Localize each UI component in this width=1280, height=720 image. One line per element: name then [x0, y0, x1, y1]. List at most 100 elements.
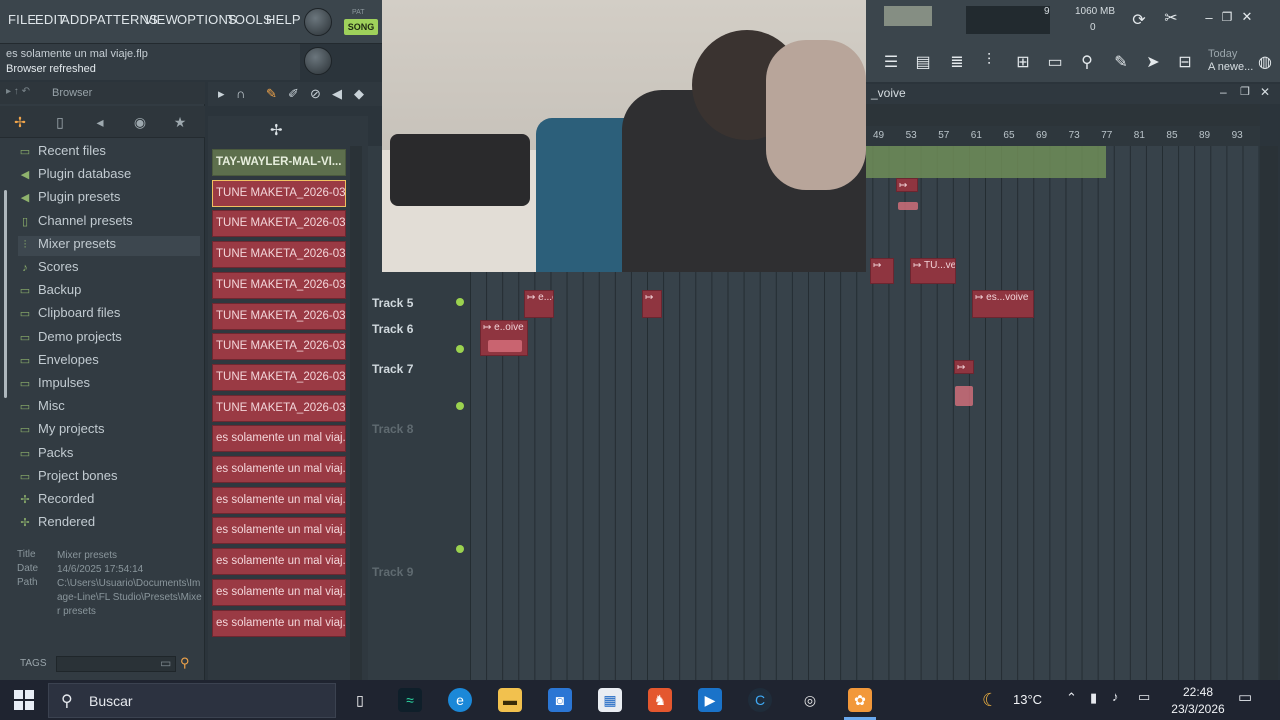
fl-studio-icon[interactable]: ✿: [848, 688, 872, 712]
paint-tool-icon[interactable]: ✐: [288, 86, 299, 102]
playlist-scroll-overview[interactable]: [866, 104, 1260, 126]
taskbar-search-input[interactable]: ⚲ Buscar: [48, 683, 336, 718]
network-icon[interactable]: ▭: [1138, 689, 1150, 705]
clip-source-item[interactable]: TUNE MAKETA_2026-03-...: [212, 210, 346, 238]
playlist-clip[interactable]: ↦: [954, 360, 974, 374]
playlist-clip[interactable]: ↦: [642, 290, 662, 318]
track-name[interactable]: Track 8: [372, 422, 413, 436]
store-icon[interactable]: ▦: [598, 688, 622, 712]
browser-item-impulses[interactable]: ▭ Impulses: [18, 375, 90, 395]
browser-item-rendered[interactable]: ✢ Rendered: [18, 514, 95, 534]
plugin-icon[interactable]: ⚲: [1074, 52, 1100, 72]
capcut-icon[interactable]: ≈: [398, 688, 422, 712]
favorites-icon[interactable]: ★: [170, 114, 190, 131]
mixer-icon[interactable]: ⫶: [976, 52, 1002, 70]
media-icon[interactable]: ▶: [698, 688, 722, 712]
playlist-clip[interactable]: ↦: [896, 178, 918, 192]
pencil-icon[interactable]: ✎: [1108, 52, 1134, 72]
edge-icon[interactable]: e: [448, 688, 472, 712]
weather-temperature[interactable]: 13°C: [1013, 692, 1042, 707]
clip-source-item[interactable]: es solamente un mal viaj...: [212, 548, 346, 576]
magnet-icon[interactable]: ∩: [236, 86, 245, 101]
browser-item-clipboard-files[interactable]: ▭ Clipboard files: [18, 305, 121, 325]
playlist-clip-es[interactable]: ↦ es...voive: [972, 290, 1034, 318]
tools-icon[interactable]: ✂: [1158, 8, 1184, 28]
track-led[interactable]: [456, 298, 464, 306]
clip-source-item[interactable]: TUNE MAKETA_2026-03-...: [212, 394, 346, 422]
browser-item-packs[interactable]: ▭ Packs: [18, 445, 74, 465]
playlist-minimize-icon[interactable]: –: [1220, 85, 1227, 99]
clip-source-item[interactable]: TUNE MAKETA_2026-03-...: [212, 179, 346, 207]
track-name[interactable]: Track 6: [372, 322, 413, 336]
menu-view[interactable]: VIEW: [144, 12, 178, 27]
clip-source-item[interactable]: TUNE MAKETA_2026-03-...: [212, 333, 346, 361]
play-arrow-icon[interactable]: ▸: [218, 86, 225, 102]
browser-item-mixer-presets[interactable]: ⫶ Mixer presets: [18, 235, 200, 256]
clip-list-scrollbar[interactable]: [350, 146, 362, 680]
master-pitch-knob[interactable]: [304, 47, 332, 75]
playlist-clip-e[interactable]: ↦ e...e: [524, 290, 554, 318]
tags-input[interactable]: [56, 656, 176, 672]
master-volume-knob[interactable]: [304, 8, 332, 36]
browser-item-misc[interactable]: ▭ Misc: [18, 398, 65, 418]
project-icon[interactable]: ▯: [50, 114, 70, 131]
browser-item-demo-projects[interactable]: ▭ Demo projects: [18, 329, 122, 349]
channel-rack-icon[interactable]: ≣: [944, 52, 970, 72]
windows-start-icon[interactable]: [14, 690, 34, 710]
c-app-icon[interactable]: C: [748, 688, 772, 712]
playlist-clip[interactable]: ↦: [870, 258, 894, 284]
task-view-icon[interactable]: ▯: [348, 688, 372, 712]
clip-source-item[interactable]: es solamente un mal viaj...: [212, 425, 346, 453]
reset-icon[interactable]: ⟳: [1126, 10, 1152, 30]
track-led[interactable]: [456, 345, 464, 353]
routing-icon[interactable]: ⊞: [1010, 52, 1036, 72]
browser-item-recorded[interactable]: ✢ Recorded: [18, 491, 94, 511]
clip-source-item[interactable]: TAY-WAYLER-MAL-VI...: [212, 149, 346, 176]
browser-item-recent-files[interactable]: ▭ Recent files: [18, 143, 106, 163]
browser-scrollbar[interactable]: [4, 190, 7, 398]
browser-item-envelopes[interactable]: ▭ Envelopes: [18, 352, 99, 372]
usb-icon[interactable]: ▮: [1090, 690, 1097, 706]
add-clip-icon[interactable]: ✢: [270, 121, 283, 139]
delete-tool-icon[interactable]: ⊘: [310, 86, 321, 102]
clip-source-item[interactable]: TUNE MAKETA_2026-03-...: [212, 271, 346, 299]
clip-source-item[interactable]: TUNE MAKETA_2026-03-...: [212, 302, 346, 330]
piano-roll-icon[interactable]: ▤: [910, 52, 936, 72]
clip-source-item[interactable]: es solamente un mal viaj...: [212, 486, 346, 514]
clip-source-item[interactable]: es solamente un mal viaj...: [212, 517, 346, 545]
clip-source-item[interactable]: es solamente un mal viaj...: [212, 609, 346, 637]
all-files-icon[interactable]: ✢: [10, 114, 30, 131]
browser-item-my-projects[interactable]: ▭ My projects: [18, 421, 105, 441]
clip-source-item[interactable]: es solamente un mal viaj...: [212, 456, 346, 483]
browser-nav-icon[interactable]: ▸ ↑ ↶: [6, 86, 30, 97]
playlist-icon[interactable]: ☰: [878, 52, 904, 72]
track-name[interactable]: Track 5: [372, 296, 413, 310]
track-led[interactable]: [456, 402, 464, 410]
menu-file[interactable]: FILE: [8, 12, 36, 27]
browser-item-plugin-presets[interactable]: ◀ Plugin presets: [18, 189, 121, 209]
brave-icon[interactable]: ♞: [648, 688, 672, 712]
mute-tool-icon[interactable]: ◀: [332, 86, 342, 102]
file-explorer-icon[interactable]: ▬: [498, 688, 522, 712]
playlist-scrollbar[interactable]: [1260, 146, 1278, 680]
clip-source-item[interactable]: TUNE MAKETA_2026-03-...: [212, 241, 346, 269]
notification-icon[interactable]: ▭: [1238, 688, 1252, 706]
draw-tool-icon[interactable]: ✎: [266, 86, 277, 102]
close-icon[interactable]: ✕: [1234, 9, 1260, 25]
browser-item-scores[interactable]: ♪ Scores: [18, 259, 78, 279]
search-icon[interactable]: ⚲: [180, 655, 190, 671]
file-icon[interactable]: ▭: [1042, 52, 1068, 72]
slip-tool-icon[interactable]: ◆: [354, 86, 364, 102]
playlist-clip-tu[interactable]: ↦ TU...ve: [910, 258, 956, 284]
track-name[interactable]: Track 9: [372, 565, 413, 579]
audio-clip-green[interactable]: [866, 146, 1106, 178]
playlist-close-icon[interactable]: ✕: [1260, 85, 1270, 99]
brush-icon[interactable]: ➤: [1140, 52, 1166, 72]
track-name[interactable]: Track 7: [372, 362, 413, 376]
playlist-ruler[interactable]: 49 53 57 61 65 69 73 77 81 85 89 93: [866, 126, 1260, 146]
tray-chevron-icon[interactable]: ⌃: [1066, 690, 1077, 706]
volume-icon[interactable]: ♪: [1112, 689, 1119, 704]
menu-add[interactable]: ADD: [61, 12, 89, 27]
browser-item-channel-presets[interactable]: ▯ Channel presets: [18, 213, 133, 233]
globe-icon[interactable]: ◍: [1252, 52, 1278, 72]
